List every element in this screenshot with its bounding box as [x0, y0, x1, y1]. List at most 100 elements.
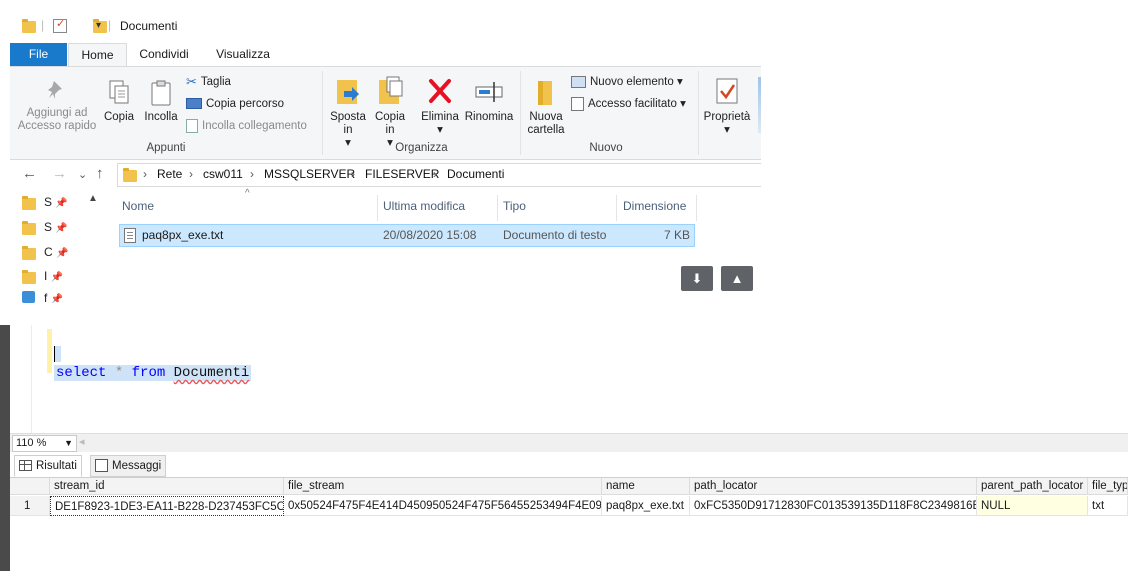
breadcrumb-separator-icon[interactable]: › — [143, 167, 147, 181]
file-explorer-window: | ✓ ▾ | Documenti File Home Condividi Vi… — [10, 10, 761, 303]
paste-button[interactable]: Incolla — [141, 79, 181, 124]
forward-arrow-icon[interactable]: → — [52, 165, 67, 182]
tab-visualizza[interactable]: Visualizza — [208, 43, 278, 66]
delete-button[interactable]: Elimina ▾ — [418, 75, 462, 137]
column-separator[interactable] — [696, 195, 697, 221]
breadcrumb-separator-icon[interactable]: › — [189, 167, 193, 181]
cell-file-type[interactable]: txt — [1088, 496, 1128, 516]
paste-shortcut-icon — [186, 118, 198, 133]
breadcrumb-separator-icon[interactable]: › — [250, 167, 254, 181]
zoom-bar: 110 % ▼ ◂ — [10, 433, 1128, 452]
column-header-name[interactable]: Nome — [122, 199, 154, 213]
column-separator[interactable] — [497, 195, 498, 221]
new-item-button[interactable]: Nuovo elemento ▾ — [571, 73, 683, 91]
breadcrumb-separator-icon[interactable]: › — [433, 167, 437, 181]
properties-button[interactable]: Proprietà ▾ — [702, 75, 752, 137]
column-header-modified[interactable]: Ultima modifica — [383, 199, 465, 213]
new-item-icon — [571, 75, 586, 88]
qat-dropdown-icon[interactable]: ▾ — [96, 20, 101, 31]
column-header-size[interactable]: Dimensione — [623, 199, 686, 213]
download-button[interactable]: ⬇ — [681, 266, 713, 291]
file-row[interactable]: paq8px_exe.txt 20/08/2020 15:08 Document… — [119, 224, 695, 247]
cut-button[interactable]: ✂ Taglia — [186, 73, 231, 91]
scroll-left-icon[interactable]: ◂ — [79, 435, 85, 448]
dropdown-arrow-icon: ▾ — [676, 76, 683, 88]
file-modified: 20/08/2020 15:08 — [383, 228, 477, 242]
breadcrumb-rete[interactable]: Rete — [157, 167, 182, 181]
copy-to-button[interactable]: Copia in ▾ — [370, 75, 410, 150]
grid-icon — [19, 460, 32, 472]
breadcrumb-instance[interactable]: MSSQLSERVER — [264, 167, 355, 181]
text-cursor — [54, 346, 61, 362]
pin-icon: 📌 — [50, 294, 64, 303]
text-file-icon — [124, 228, 136, 243]
column-header-type[interactable]: Tipo — [503, 199, 526, 213]
nav-item[interactable]: I 📌 — [22, 269, 63, 284]
tab-condividi[interactable]: Condividi — [132, 43, 196, 66]
column-header-file-stream[interactable]: file_stream — [284, 478, 602, 495]
nav-item[interactable]: S 📌 — [22, 195, 68, 210]
folder-icon — [22, 196, 36, 210]
breadcrumb-server[interactable]: csw011 — [203, 167, 243, 181]
move-to-button[interactable]: Sposta in ▾ — [328, 75, 368, 150]
cell-path-locator[interactable]: 0xFC5350D91712830FC013539135D118F8C23498… — [690, 496, 977, 516]
file-size: 7 KB — [663, 228, 690, 242]
column-header-stream-id[interactable]: stream_id — [50, 478, 284, 495]
sort-ascending-icon: ^ — [245, 188, 250, 199]
back-arrow-icon[interactable]: ← — [22, 165, 37, 182]
qat-separator: | — [41, 18, 45, 32]
drive-icon: ▲ — [730, 271, 744, 286]
nav-item[interactable]: C 📌 — [22, 245, 68, 260]
ssms-left-border — [0, 325, 10, 571]
copy-path-button[interactable]: Copia percorso — [186, 95, 284, 113]
tab-messages[interactable]: Messaggi — [90, 455, 167, 477]
new-folder-button[interactable]: Nuova cartella — [524, 75, 568, 137]
pin-icon — [48, 81, 62, 99]
sql-keyword-select: select — [56, 365, 107, 381]
scroll-up-icon[interactable]: ▲ — [88, 193, 98, 204]
column-separator[interactable] — [616, 195, 617, 221]
address-bar[interactable]: › Rete › csw011 › MSSQLSERVER › FILESERV… — [117, 163, 761, 187]
drive-upload-button[interactable]: ▲ — [721, 266, 753, 291]
column-header-file-type[interactable]: file_type — [1088, 478, 1128, 495]
rename-icon — [475, 82, 503, 102]
up-arrow-icon[interactable]: ↑ — [96, 165, 104, 182]
nav-item[interactable]: f 📌 — [22, 291, 64, 303]
address-bar-row: ← → ⌄ ↑ › Rete › csw011 › MSSQLSERVER › … — [10, 162, 761, 188]
sql-query-text[interactable]: select * from Documenti — [54, 365, 252, 381]
cell-file-stream[interactable]: 0x50524F475F4E414D450950524F475F56455253… — [284, 496, 602, 516]
copy-button[interactable]: Copia — [102, 79, 136, 124]
pin-quick-access-button[interactable]: Aggiungi ad Accesso rapido — [14, 79, 100, 133]
easy-access-button[interactable]: Accesso facilitato ▾ — [571, 95, 686, 113]
sql-keyword-from: from — [131, 365, 166, 381]
breadcrumb-documenti[interactable]: Documenti — [447, 167, 504, 181]
tab-file[interactable]: File — [10, 43, 67, 66]
column-header-path-locator[interactable]: path_locator — [690, 478, 977, 495]
sql-table-name: Documenti — [173, 365, 250, 381]
cell-name[interactable]: paq8px_exe.txt — [602, 496, 690, 516]
column-header-name[interactable]: name — [602, 478, 690, 495]
rename-button[interactable]: Rinomina — [462, 75, 516, 124]
breadcrumb-separator-icon[interactable]: › — [351, 167, 355, 181]
pin-icon: 📌 — [55, 198, 68, 209]
tab-results[interactable]: Risultati — [14, 455, 82, 477]
cell-stream-id[interactable]: DE1F8923-1DE3-EA11-B228-D237453FC5C0 — [50, 496, 284, 516]
move-folder-icon — [337, 80, 359, 104]
results-tabs: Risultati Messaggi — [10, 455, 1128, 478]
column-header-parent-path-locator[interactable]: parent_path_locator — [977, 478, 1088, 495]
row-number[interactable]: 1 — [10, 496, 50, 516]
tab-home[interactable]: Home — [68, 43, 127, 67]
title-bar: | ✓ ▾ | Documenti — [10, 10, 761, 43]
recent-chevron-icon[interactable]: ⌄ — [78, 168, 87, 181]
cell-parent-path-locator[interactable]: NULL — [977, 496, 1088, 516]
breadcrumb-fileserver[interactable]: FILESERVER — [365, 167, 439, 181]
paste-link-button[interactable]: Incolla collegamento — [186, 117, 307, 135]
file-name: paq8px_exe.txt — [142, 228, 224, 242]
ribbon-tabs: File Home Condividi Visualizza — [10, 43, 761, 67]
properties-check-icon[interactable]: ✓ — [53, 18, 67, 33]
column-separator[interactable] — [377, 195, 378, 221]
zoom-select[interactable]: 110 % ▼ — [12, 435, 77, 452]
group-label-organizza: Organizza — [395, 142, 448, 154]
nav-item[interactable]: S 📌 — [22, 220, 68, 235]
query-editor[interactable]: select * from Documenti — [10, 325, 1128, 433]
